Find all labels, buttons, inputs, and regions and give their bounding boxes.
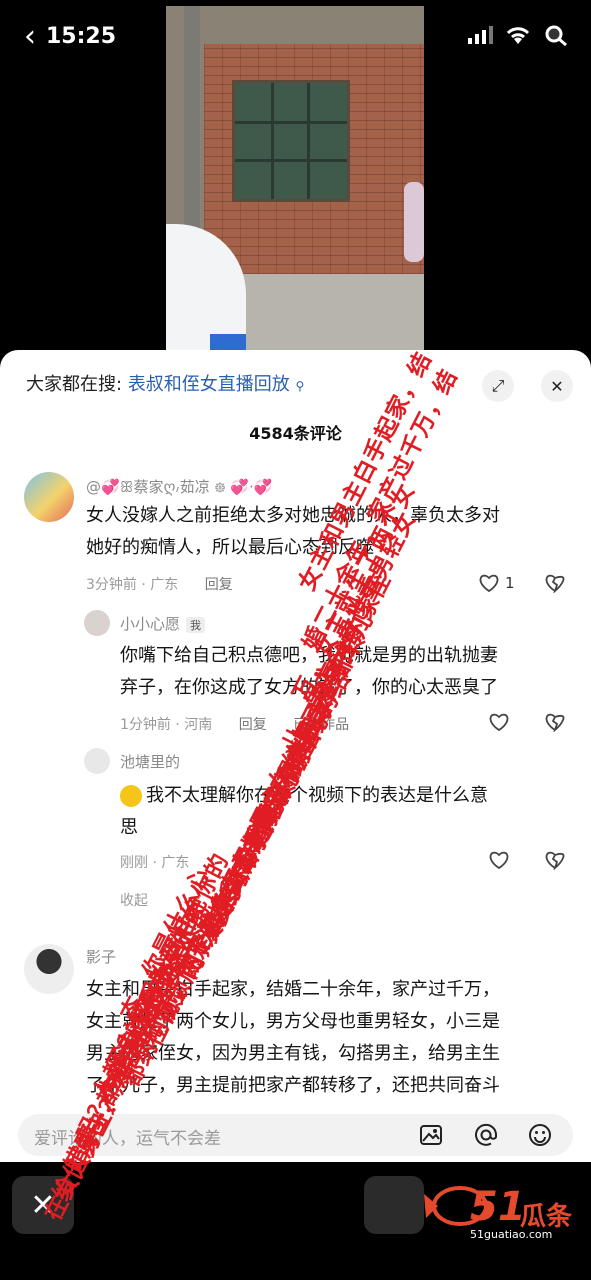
comment-time: 3分钟前 · 广东 <box>86 577 179 593</box>
expand-icon[interactable]: ⤢ <box>482 370 514 402</box>
reply-button[interactable]: 回复 <box>239 717 267 733</box>
comment-text: 你嘴下给自己积点德吧，我觉就是男的出轨抛妻 弃子，在你这成了女方的错了，你的心太… <box>120 640 498 704</box>
comment-text-line: 女人没嫁人之前拒绝太多对她忠诚的人，辜负太多对 <box>86 505 500 526</box>
comment-username[interactable]: @💞ꕥ蔡家ღ៸茹凉 ᪥ 💞·💞 <box>86 476 272 500</box>
dislike-broken-heart-icon[interactable] <box>544 573 566 593</box>
comment-text-line: 你嘴下给自己积点德吧，我觉就是男的出轨抛妻 <box>120 645 498 666</box>
comment-text-line: 思 <box>120 817 138 838</box>
reply-button[interactable]: 回复 <box>205 577 233 593</box>
video-person <box>404 182 424 262</box>
avatar[interactable] <box>24 944 74 994</box>
search-small-icon: ⚲ <box>295 379 305 393</box>
watermark-number: 51 <box>470 1184 526 1230</box>
trending-search-query[interactable]: 表叔和侄女直播回放 <box>128 374 290 395</box>
comment-time: 1分钟前 · 河南 <box>120 717 213 733</box>
comment-text-line: 男主的家侄女，因为男主有钱，勾搭男主，给男主生 <box>86 1043 500 1064</box>
video-player[interactable] <box>166 6 424 354</box>
smile-emoji-icon <box>120 785 142 807</box>
comment-text-line: 她好的痴情人，所以最后心态到反噬 <box>86 537 374 558</box>
comment-text: 我不太理解你在这个视频下的表达是什么意 思 <box>120 780 488 844</box>
close-panel-icon[interactable]: ✕ <box>541 370 573 402</box>
collapse-replies-button[interactable]: 收起 <box>120 890 148 910</box>
comment-count: 4584条评论 <box>249 424 342 443</box>
avatar[interactable] <box>84 610 110 636</box>
image-icon[interactable] <box>418 1122 444 1148</box>
back-chevron-icon[interactable]: ‹ <box>24 22 36 52</box>
comment-time: 刚刚 · 广东 <box>120 855 190 871</box>
comment-meta: 3分钟前 · 广东 回复 <box>86 574 233 594</box>
comment-text-line: 了个儿子，男主提前把家产都转移了，还把共同奋斗 <box>86 1075 500 1096</box>
wifi-icon <box>506 27 530 44</box>
comment-input[interactable]: 爱评论的人，运气不会差 <box>18 1114 573 1156</box>
comment-extra: 已在作品 <box>293 717 350 733</box>
like-heart-icon[interactable] <box>488 712 510 732</box>
search-icon[interactable] <box>543 24 569 46</box>
comment-text-line: 女主和男主白手起家，结婚二十余年，家产过千万， <box>86 979 500 1000</box>
author-me-badge: 我 <box>186 616 206 633</box>
video-pole <box>184 6 200 236</box>
comment-text: 女人没嫁人之前拒绝太多对她忠诚的人，辜负太多对 她好的痴情人，所以最后心态到反噬 <box>86 500 500 564</box>
like-heart-icon[interactable] <box>488 850 510 870</box>
dislike-broken-heart-icon[interactable] <box>544 712 566 732</box>
comment-panel: 大家都在搜: 表叔和侄女直播回放 ⚲ ⤢ ✕ 4584条评论 @💞ꕥ蔡家ღ៸茹凉… <box>0 350 591 1162</box>
comment-input-placeholder: 爱评论的人，运气不会差 <box>34 1129 221 1149</box>
like-heart-icon[interactable] <box>478 573 500 593</box>
status-time: 15:25 <box>46 24 117 49</box>
trending-search[interactable]: 大家都在搜: 表叔和侄女直播回放 ⚲ <box>26 370 304 396</box>
trending-search-prefix: 大家都在搜: <box>26 374 123 395</box>
cellular-signal-icon <box>468 26 493 44</box>
video-license-plate <box>210 334 246 350</box>
comment-meta: 1分钟前 · 河南 回复 已在作品 <box>120 714 349 734</box>
avatar[interactable] <box>84 748 110 774</box>
comment-text-line: 女主就生了两个女儿，男方父母也重男轻女，小三是 <box>86 1011 500 1032</box>
watermark-url: 51guatiao.com <box>470 1228 553 1241</box>
mention-icon[interactable] <box>473 1122 499 1148</box>
comment-text-line: 我不太理解你在这个视频下的表达是什么意 <box>120 780 488 812</box>
close-button[interactable]: ✕ <box>12 1176 74 1234</box>
comment-text: 女主和男主白手起家，结婚二十余年，家产过千万， 女主就生了两个女儿，男方父母也重… <box>86 974 500 1102</box>
comment-username[interactable]: 影子 <box>86 946 116 967</box>
emoji-icon[interactable] <box>527 1122 553 1148</box>
scan-button[interactable] <box>364 1176 424 1234</box>
comment-text-line: 弃子，在你这成了女方的错了，你的心太恶臭了 <box>120 677 498 698</box>
video-window <box>232 80 350 202</box>
comment-username[interactable]: 小小心愿我 <box>120 613 206 634</box>
like-count: 1 <box>505 574 515 592</box>
comment-input-bar: 爱评论的人，运气不会差 <box>0 1108 591 1162</box>
comment-username[interactable]: 池塘里的 <box>120 751 180 772</box>
avatar[interactable] <box>24 472 74 522</box>
dislike-broken-heart-icon[interactable] <box>544 850 566 870</box>
